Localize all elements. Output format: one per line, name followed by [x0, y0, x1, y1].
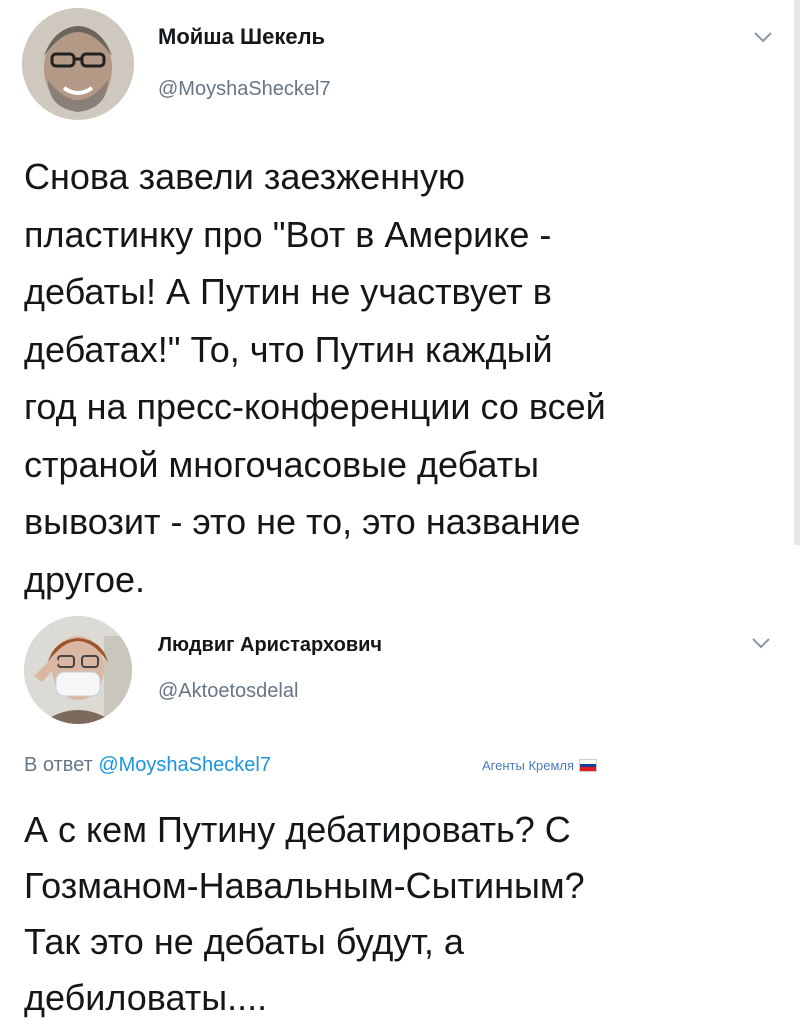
tweet-original: Мойша Шекель @MoyshaSheckel7 Снова завел… — [0, 0, 800, 600]
avatar[interactable] — [22, 8, 134, 120]
author-name[interactable]: Людвиг Аристархович — [158, 634, 382, 657]
avatar[interactable] — [24, 616, 132, 724]
author-handle[interactable]: @MoyshaSheckel7 — [158, 78, 331, 101]
portrait-photo-icon — [22, 8, 134, 120]
badge-text: Агенты Кремля — [482, 758, 575, 773]
chevron-down-icon[interactable] — [750, 636, 772, 650]
reply-context: В ответ @MoyshaSheckel7 — [24, 754, 271, 777]
russia-flag-icon — [579, 759, 598, 772]
chevron-down-icon[interactable] — [752, 30, 774, 44]
tweet-text: А с кем Путину дебатировать? С Гозманом-… — [24, 809, 585, 1018]
author-handle[interactable]: @Aktoetosdelal — [158, 680, 298, 703]
tweet-reply: Людвиг Аристархович @Aktoetosdelal В отв… — [0, 600, 800, 1029]
label-badge[interactable]: Агенты Кремля — [482, 758, 598, 773]
reply-prefix: В ответ — [24, 754, 93, 776]
author-name[interactable]: Мойша Шекель — [158, 24, 325, 50]
portrait-photo-icon — [24, 616, 132, 724]
reply-mention-link[interactable]: @MoyshaSheckel7 — [98, 754, 271, 776]
tweet-text: Снова завели заезженную пластинку про "В… — [24, 156, 606, 600]
